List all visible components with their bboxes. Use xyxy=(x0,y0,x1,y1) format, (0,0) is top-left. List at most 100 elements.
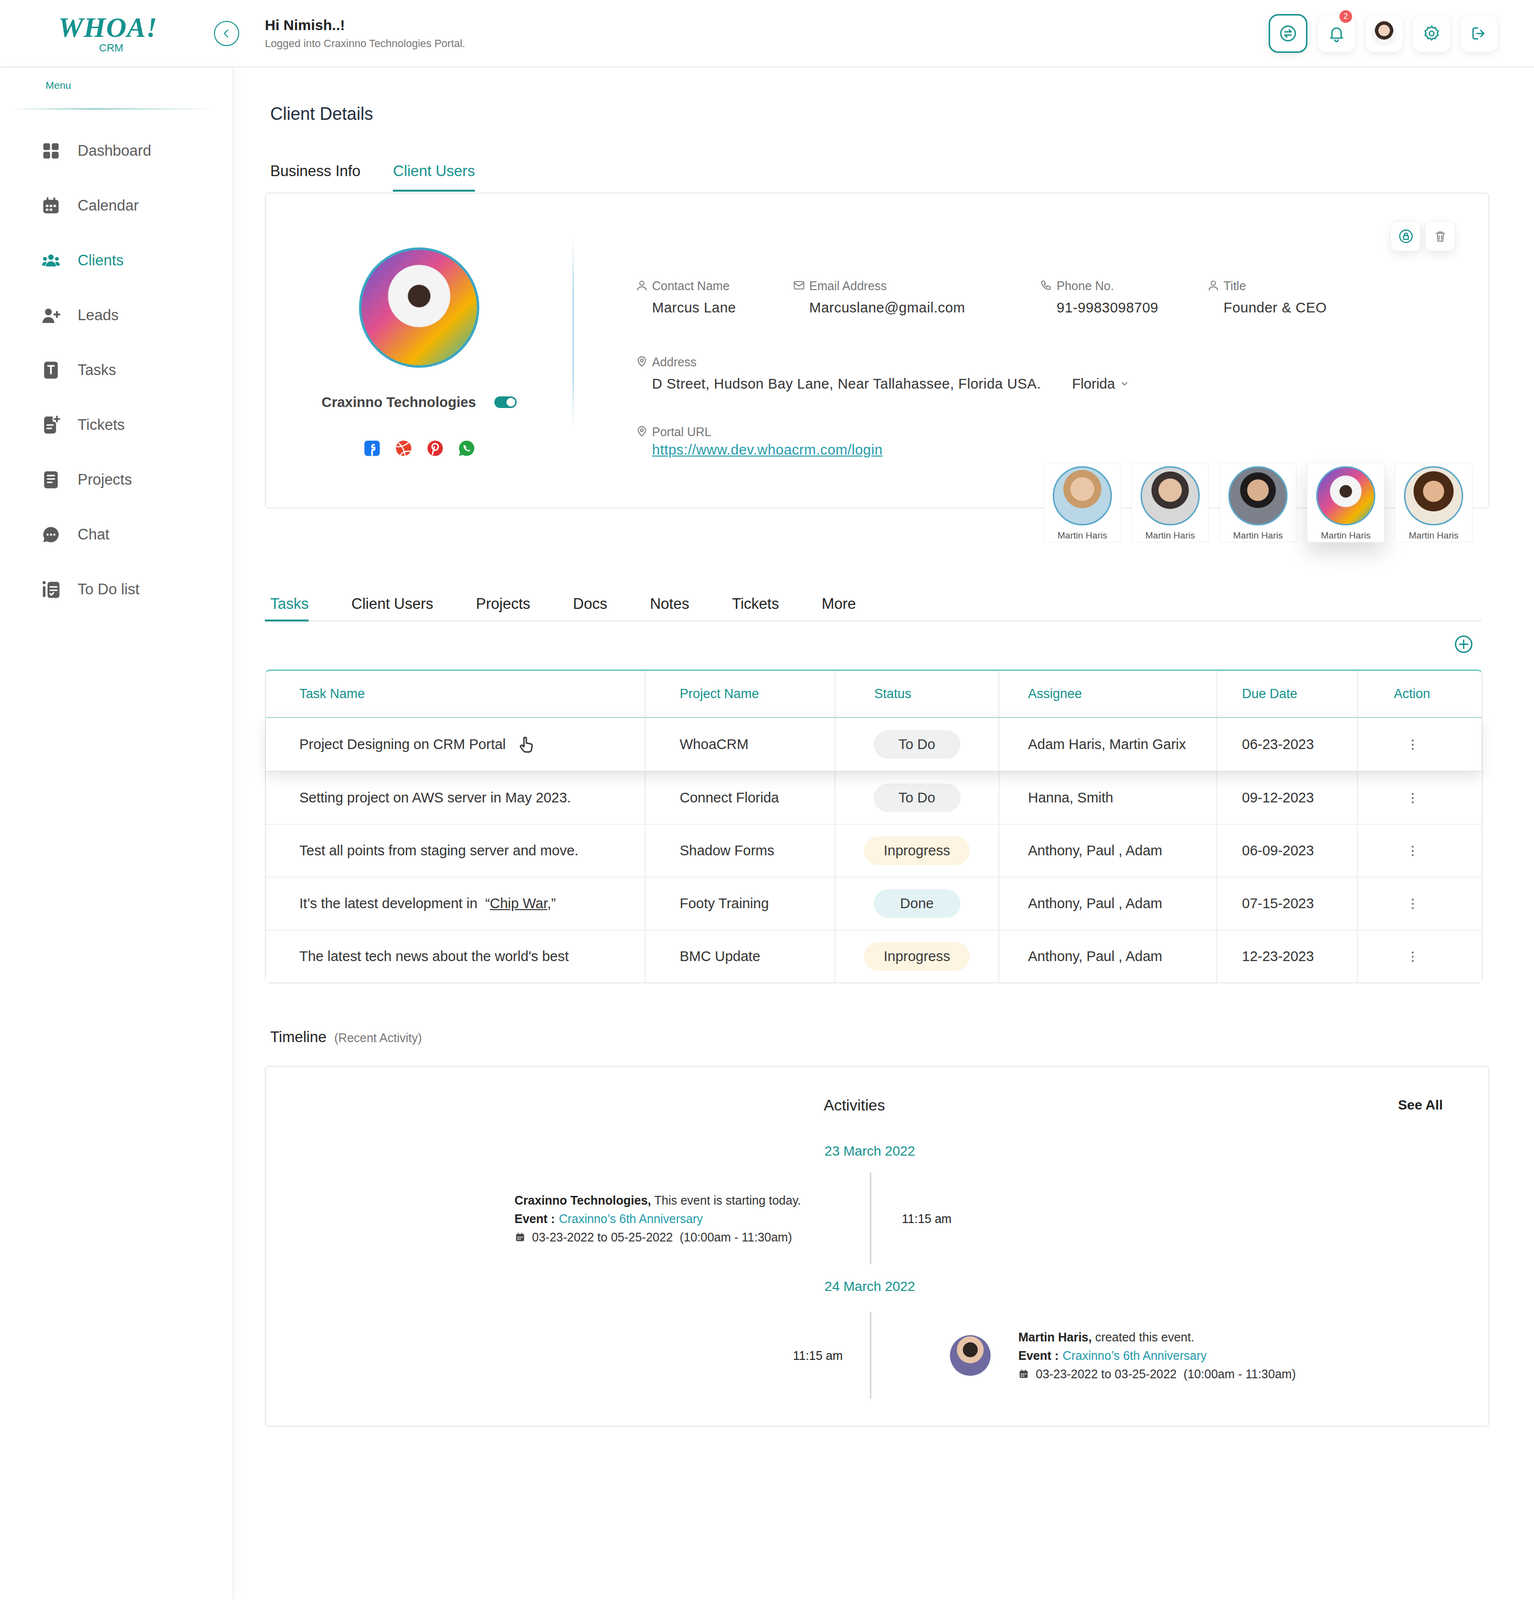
more-vertical-icon[interactable] xyxy=(1405,790,1420,806)
action-cell xyxy=(1356,930,1482,983)
column-header: Project Name xyxy=(644,670,835,718)
table-row[interactable]: The latest tech news about the world's b… xyxy=(265,929,1482,983)
timeline-entry: 11:15 amMartin Haris, created this event… xyxy=(265,1311,1474,1399)
logo-text: WHOA! xyxy=(58,13,165,43)
top-bar: WHOA!CRM Hi Nimish..!Logged into Craxinno… xyxy=(0,0,1534,68)
logo-subtext: CRM xyxy=(98,42,165,54)
pinterest-icon[interactable] xyxy=(425,439,445,458)
section-tab[interactable]: Docs xyxy=(572,595,608,622)
user-card[interactable]: Martin Haris xyxy=(1306,462,1385,543)
portal-link[interactable]: https://www.dev.whoacrm.com/login xyxy=(652,441,883,458)
settings-button[interactable] xyxy=(1413,15,1451,52)
due-date-cell: 06-23-2023 xyxy=(1216,718,1357,771)
address-value: D Street, Hudson Bay Lane, Near Tallahas… xyxy=(652,375,1042,392)
notifications-button[interactable]: 2 xyxy=(1318,15,1355,52)
client-card: Craxinno Technologies Contact NameMarcus … xyxy=(264,192,1490,509)
sidebar-item[interactable]: Leads xyxy=(0,287,233,343)
sidebar-item[interactable]: Tasks xyxy=(0,342,233,398)
timeline-date: 24 March 2022 xyxy=(265,1279,1474,1294)
mail-icon xyxy=(792,278,806,292)
field-row: Contact NameMarcus LaneEmail AddressMarc… xyxy=(635,278,1391,316)
plus-circle-icon[interactable] xyxy=(1453,634,1474,654)
event-name[interactable]: Craxinno’s 6th Anniversary xyxy=(1062,1348,1207,1363)
state-dropdown[interactable]: Florida xyxy=(1072,375,1130,392)
event-line: Event :Craxinno’s 6th Anniversary xyxy=(1018,1346,1296,1365)
section-tab[interactable]: Client Users xyxy=(351,595,434,622)
location-pin-icon xyxy=(635,424,649,438)
sidebar-item[interactable]: Chat xyxy=(0,506,233,562)
section-tab[interactable]: Tickets xyxy=(732,595,780,622)
task-name[interactable]: Project Designing on CRM Portal xyxy=(299,736,506,753)
profile-button[interactable] xyxy=(1365,15,1403,52)
sidebar-item[interactable]: Dashboard xyxy=(0,123,233,179)
activity-action: This event is starting today. xyxy=(651,1193,801,1208)
field-value: Marcus Lane xyxy=(652,299,736,316)
task-name[interactable]: Test all points from staging server and … xyxy=(299,842,579,859)
task-name[interactable]: Setting project on AWS server in May 202… xyxy=(299,789,572,806)
lock-button[interactable] xyxy=(1390,220,1421,252)
location-pin-icon xyxy=(635,355,649,368)
more-vertical-icon[interactable] xyxy=(1405,949,1420,964)
table-row[interactable]: Test all points from staging server and … xyxy=(265,823,1482,877)
hand-cursor-icon xyxy=(516,734,537,755)
project-name: Shadow Forms xyxy=(679,842,775,859)
sidebar-label: Chat xyxy=(77,525,110,544)
client-summary: Craxinno Technologies xyxy=(265,193,573,508)
action-cell xyxy=(1356,771,1482,824)
switch-button[interactable] xyxy=(1268,14,1308,53)
event-name[interactable]: Craxinno’s 6th Anniversary xyxy=(558,1211,703,1226)
see-all-link[interactable]: See All xyxy=(884,1097,1474,1113)
user-card[interactable]: Martin Haris xyxy=(1394,462,1473,543)
sidebar-label: Calendar xyxy=(77,196,139,215)
sidebar-item[interactable]: Calendar xyxy=(0,178,233,233)
table-row[interactable]: Setting project on AWS server in May 202… xyxy=(265,770,1482,824)
sidebar-label: Dashboard xyxy=(77,142,152,160)
task-name[interactable]: It’s the latest development in “Chip War… xyxy=(299,895,556,912)
collapse-button[interactable] xyxy=(213,20,240,47)
status-label: Done xyxy=(899,895,934,912)
active-toggle[interactable] xyxy=(494,396,517,408)
table-row[interactable]: Project Designing on CRM PortalWhoaCRMTo… xyxy=(265,718,1482,771)
detail-tab[interactable]: Business Info xyxy=(270,162,361,192)
more-vertical-icon[interactable] xyxy=(1405,737,1420,752)
section-tab[interactable]: Tasks xyxy=(264,595,309,622)
table-row[interactable]: It’s the latest development in “Chip War… xyxy=(265,876,1482,930)
timeline-line xyxy=(869,1311,872,1399)
activity-actor: Craxinno Technologies, xyxy=(514,1193,652,1208)
task-name[interactable]: The latest tech news about the world's b… xyxy=(299,948,569,965)
sidebar-item[interactable]: Tickets xyxy=(0,397,233,453)
section-tab[interactable]: More xyxy=(821,595,857,622)
section-tab[interactable]: Projects xyxy=(475,595,531,622)
column-header: Assignee xyxy=(998,670,1217,718)
sidebar-label: Tickets xyxy=(77,416,125,434)
dribbble-icon[interactable] xyxy=(394,439,413,458)
delete-button[interactable] xyxy=(1424,220,1456,252)
user-photo xyxy=(1052,466,1112,526)
user-card[interactable]: Martin Haris xyxy=(1043,462,1122,543)
sidebar-item[interactable]: Clients xyxy=(0,232,233,288)
toggle-knob xyxy=(506,397,516,407)
greeting: Hi Nimish..!Logged into Craxinno Technol… xyxy=(264,16,466,50)
more-vertical-icon[interactable] xyxy=(1405,896,1420,912)
logout-button[interactable] xyxy=(1460,15,1498,52)
user-card[interactable]: Martin Haris xyxy=(1131,462,1209,543)
calendar-icon xyxy=(514,1231,526,1243)
facebook-icon[interactable] xyxy=(362,439,382,458)
column-title: Assignee xyxy=(1028,686,1082,702)
add-row xyxy=(264,634,1490,654)
user-photo xyxy=(1316,466,1376,526)
section-tab[interactable]: Notes xyxy=(650,595,690,622)
sidebar-item[interactable]: To Do list xyxy=(0,561,233,617)
logo[interactable]: WHOA!CRM xyxy=(58,13,165,54)
notification-badge: 2 xyxy=(1339,10,1353,23)
assignee-cell: Hanna, Smith xyxy=(998,771,1217,824)
chat-icon xyxy=(40,524,62,545)
sidebar-item[interactable]: Projects xyxy=(0,452,233,507)
more-vertical-icon[interactable] xyxy=(1405,843,1420,859)
sidebar-label: Projects xyxy=(77,471,132,489)
detail-tab[interactable]: Client Users xyxy=(392,162,475,192)
whatsapp-icon[interactable] xyxy=(457,439,476,458)
task-text: The latest tech news about the world's b… xyxy=(299,948,569,964)
activities-card: ActivitiesSee All23 March 2022Craxinno T… xyxy=(264,1065,1490,1427)
user-card[interactable]: Martin Haris xyxy=(1219,462,1297,543)
